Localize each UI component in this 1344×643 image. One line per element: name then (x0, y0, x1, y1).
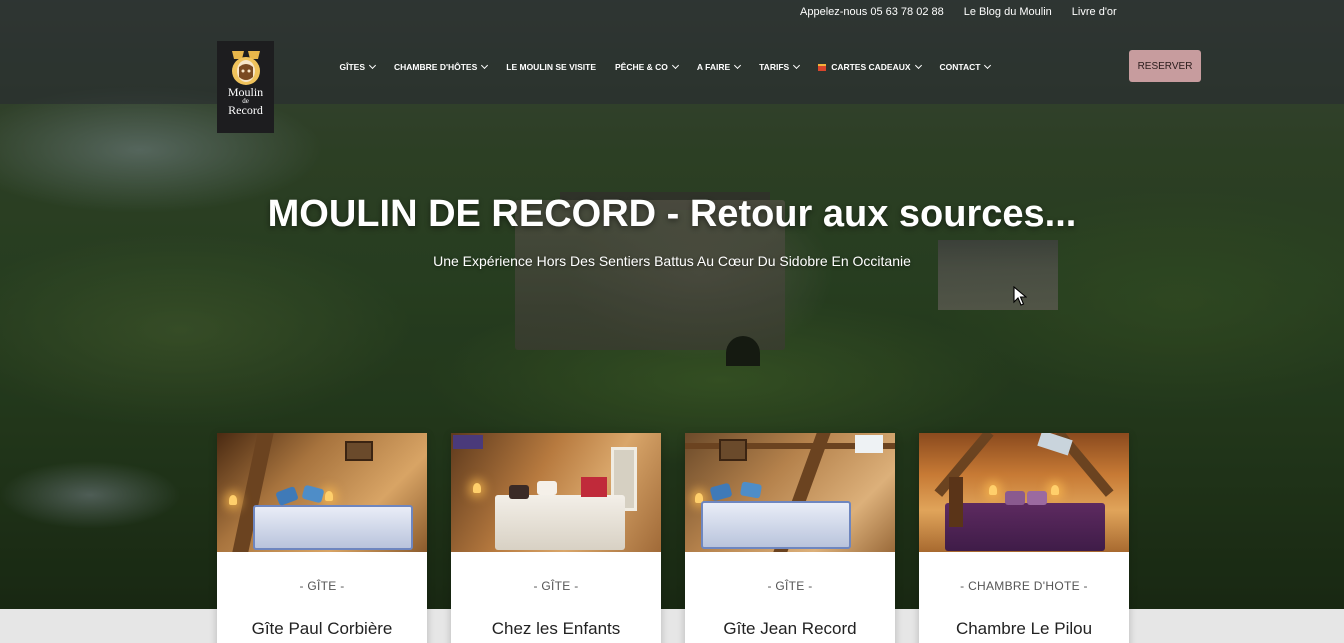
room-photo (217, 433, 427, 552)
phone-link[interactable]: Appelez-nous 05 63 78 02 88 (790, 4, 954, 20)
chevron-down-icon (984, 61, 992, 70)
chevron-down-icon (481, 61, 489, 70)
logo-text-line3: Record (228, 103, 263, 117)
room-card[interactable]: - GÎTE - Gîte Paul Corbière (217, 433, 427, 643)
gift-icon (818, 63, 827, 71)
room-photo (919, 433, 1129, 552)
room-type: - GÎTE - (767, 579, 813, 593)
nav-label: PÊCHE & CO (615, 62, 668, 72)
nav-item-chambre-hotes[interactable]: CHAMBRE D'HÔTES (385, 58, 497, 76)
room-type: - GÎTE - (299, 579, 345, 593)
room-type: - GÎTE - (533, 579, 579, 593)
room-type: - CHAMBRE D'HOTE - (960, 579, 1088, 593)
nav-label: TARIFS (759, 62, 790, 72)
guestbook-link[interactable]: Livre d'or (1062, 4, 1127, 20)
mill-emblem-icon (231, 51, 260, 85)
nav-item-tarifs[interactable]: TARIFS (750, 58, 809, 76)
header: Appelez-nous 05 63 78 02 88 Le Blog du M… (0, 0, 1344, 104)
chevron-down-icon (368, 61, 377, 70)
utility-bar: Appelez-nous 05 63 78 02 88 Le Blog du M… (790, 4, 1127, 20)
chevron-down-icon (793, 61, 801, 70)
rooms-grid: - GÎTE - Gîte Paul Corbière - GÎTE - Che… (217, 433, 1129, 643)
mouse-cursor-icon (1013, 286, 1027, 306)
blog-link[interactable]: Le Blog du Moulin (954, 4, 1062, 20)
room-card[interactable]: - GÎTE - Chez les Enfants (451, 433, 661, 643)
reserve-button[interactable]: RESERVER (1129, 50, 1201, 82)
room-card[interactable]: - GÎTE - Gîte Jean Record (685, 433, 895, 643)
chevron-down-icon (671, 61, 679, 70)
room-name[interactable]: Chambre Le Pilou (919, 619, 1129, 639)
nav-label: GÎTES (339, 62, 366, 72)
site-logo[interactable]: Moulin de Record (217, 41, 274, 133)
room-name[interactable]: Chez les Enfants (451, 619, 661, 639)
main-nav: GÎTES CHAMBRE D'HÔTES LE MOULIN SE VISIT… (330, 58, 1000, 76)
chevron-down-icon (914, 61, 922, 70)
nav-label: CHAMBRE D'HÔTES (394, 62, 478, 72)
nav-label: CARTES CADEAUX (831, 62, 911, 72)
room-name[interactable]: Gîte Paul Corbière (217, 619, 427, 639)
nav-item-moulin-visite[interactable]: LE MOULIN SE VISITE (497, 58, 606, 76)
nav-item-contact[interactable]: CONTACT (930, 58, 1000, 76)
nav-label: A FAIRE (696, 62, 731, 72)
nav-label: CONTACT (939, 62, 981, 72)
chevron-down-icon (734, 61, 742, 70)
room-photo (685, 433, 895, 552)
room-card[interactable]: - CHAMBRE D'HOTE - Chambre Le Pilou (919, 433, 1129, 643)
room-photo (451, 433, 661, 552)
nav-item-peche[interactable]: PÊCHE & CO (606, 58, 688, 76)
nav-item-cartes-cadeaux[interactable]: CARTES CADEAUX (809, 58, 930, 76)
nav-item-a-faire[interactable]: A FAIRE (687, 58, 749, 76)
nav-item-gites[interactable]: GÎTES (330, 58, 385, 76)
hero-title: MOULIN DE RECORD - Retour aux sources... (267, 193, 1077, 235)
hero-subtitle: Une Expérience Hors Des Sentiers Battus … (433, 253, 911, 269)
nav-label: LE MOULIN SE VISITE (506, 62, 596, 72)
room-name[interactable]: Gîte Jean Record (685, 619, 895, 639)
